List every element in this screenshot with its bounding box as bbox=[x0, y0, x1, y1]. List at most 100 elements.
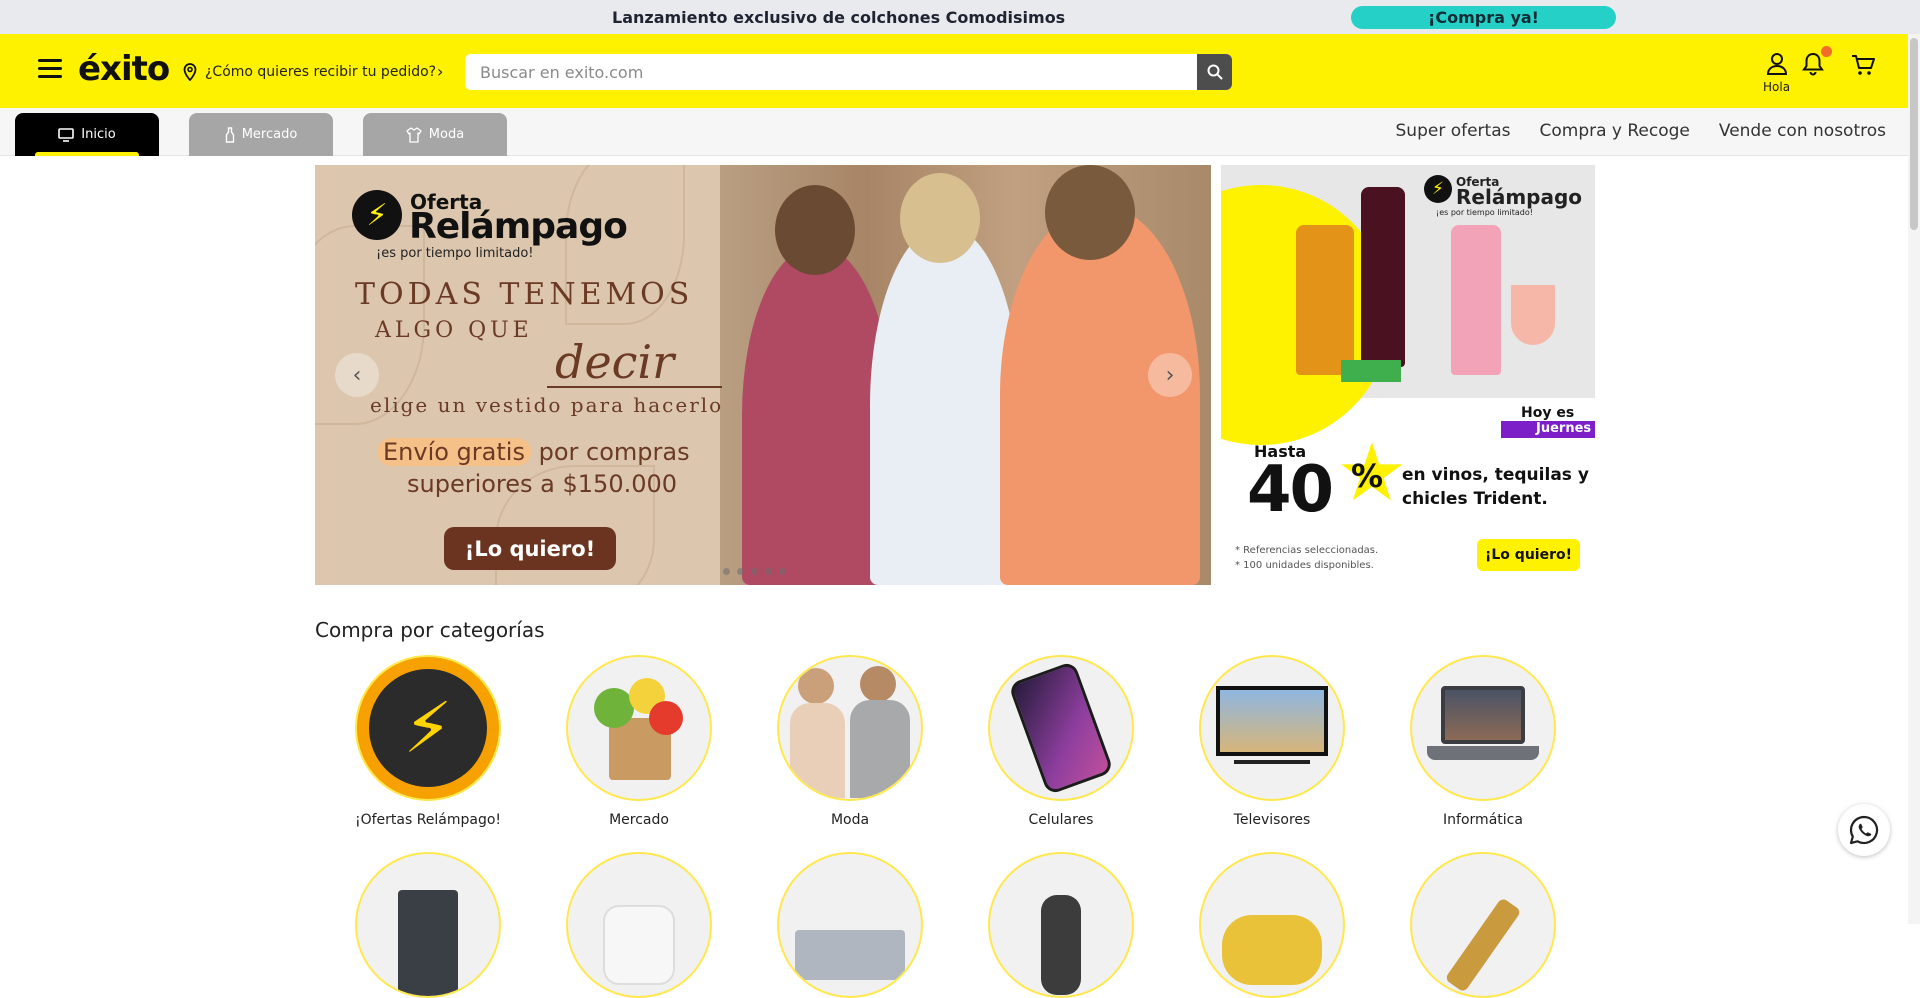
day-name: Juernes bbox=[1501, 421, 1595, 438]
menu-icon[interactable] bbox=[38, 59, 62, 81]
search-bar bbox=[465, 54, 1232, 90]
tab-moda[interactable]: Moda bbox=[363, 113, 507, 156]
bottle-icon bbox=[225, 126, 234, 143]
user-icon[interactable] bbox=[1762, 52, 1792, 76]
category-image bbox=[988, 655, 1134, 801]
promo-description: en vinos, tequilas y chicles Trident. bbox=[1402, 463, 1589, 511]
percent-sign: % bbox=[1351, 457, 1384, 495]
carousel-dot[interactable] bbox=[737, 568, 744, 575]
hero-subheadline: elige un vestido para hacerlo bbox=[370, 393, 724, 417]
hero-headline: TODAS TENEMOS bbox=[355, 277, 694, 312]
category-image bbox=[566, 852, 712, 998]
category-image bbox=[1410, 655, 1556, 801]
carousel-dots bbox=[723, 568, 786, 575]
category-image bbox=[777, 852, 923, 998]
toys-image bbox=[1222, 915, 1322, 985]
lightning-icon: ⚡ bbox=[352, 190, 402, 240]
hero-photo bbox=[720, 165, 1211, 585]
nav-links: Super ofertas Compra y Recoge Vende con … bbox=[1396, 121, 1887, 141]
announcement-bar: Lanzamiento exclusivo de colchones Comod… bbox=[0, 0, 1920, 34]
tab-inicio[interactable]: Inicio bbox=[15, 113, 159, 156]
offer-title: Relámpago bbox=[409, 206, 628, 247]
promo-desc-line2: chicles Trident. bbox=[1402, 489, 1548, 509]
logo[interactable]: éxito bbox=[78, 49, 170, 89]
carousel-dot[interactable] bbox=[779, 568, 786, 575]
beauty-image bbox=[1444, 897, 1522, 993]
cart-icon[interactable] bbox=[1850, 53, 1876, 77]
gum-pack bbox=[1341, 360, 1401, 382]
search-button[interactable] bbox=[1197, 54, 1232, 90]
chevron-right-icon: › bbox=[1165, 362, 1175, 388]
nav-link-super-ofertas[interactable]: Super ofertas bbox=[1396, 121, 1511, 141]
location-pin-icon[interactable] bbox=[182, 63, 198, 81]
category-tile[interactable] bbox=[976, 852, 1146, 998]
search-input[interactable] bbox=[465, 54, 1197, 90]
carousel-next-button[interactable]: › bbox=[1148, 353, 1192, 397]
nav-link-compra-y-recoge[interactable]: Compra y Recoge bbox=[1539, 121, 1689, 141]
notification-dot bbox=[1821, 46, 1832, 57]
category-label: Moda bbox=[830, 812, 870, 828]
shipping-text-line2: superiores a $150.000 bbox=[407, 470, 678, 498]
bed-image bbox=[795, 930, 905, 980]
category-image bbox=[1410, 852, 1556, 998]
category-image: ⚡ bbox=[355, 655, 501, 801]
category-mercado[interactable]: Mercado bbox=[554, 655, 724, 828]
categories-title: Compra por categorías bbox=[315, 618, 545, 642]
model-head bbox=[900, 173, 980, 263]
logo-text: éxito bbox=[78, 49, 170, 89]
category-televisores[interactable]: Televisores bbox=[1187, 655, 1357, 828]
category-tile[interactable] bbox=[343, 852, 513, 998]
shipping-rest: por compras bbox=[538, 438, 690, 466]
chevron-right-icon[interactable]: › bbox=[437, 62, 443, 81]
tab-label: Moda bbox=[428, 127, 465, 142]
divider bbox=[547, 386, 722, 388]
fine-print: * 100 unidades disponibles. bbox=[1235, 560, 1374, 571]
hero-banner[interactable]: ⚡ Oferta Relámpago ¡es por tiempo limita… bbox=[315, 165, 1211, 585]
hero-headline-2: ALGO QUE bbox=[375, 318, 533, 343]
whatsapp-button[interactable] bbox=[1838, 804, 1890, 856]
fashion-models-image bbox=[790, 658, 910, 798]
category-label: Celulares bbox=[1028, 812, 1094, 828]
tab-mercado[interactable]: Mercado bbox=[189, 113, 333, 156]
nav-link-vende-con-nosotros[interactable]: Vende con nosotros bbox=[1719, 121, 1886, 141]
category-tile[interactable] bbox=[765, 852, 935, 998]
laptop-image bbox=[1423, 678, 1543, 778]
fine-print: * Referencias seleccionadas. bbox=[1235, 545, 1379, 556]
carousel-prev-button[interactable]: ‹ bbox=[335, 353, 379, 397]
carousel-dot[interactable] bbox=[723, 568, 730, 575]
category-image bbox=[355, 852, 501, 998]
category-label: Informática bbox=[1443, 812, 1523, 828]
category-tile[interactable] bbox=[1398, 852, 1568, 998]
carousel-dot[interactable] bbox=[765, 568, 772, 575]
lightning-icon: ⚡ bbox=[369, 669, 487, 787]
hero-cta-button[interactable]: ¡Lo quiero! bbox=[444, 527, 616, 570]
side-cta-button[interactable]: ¡Lo quiero! bbox=[1477, 539, 1580, 571]
offer-subtitle: ¡es por tiempo limitado! bbox=[376, 246, 534, 261]
site-header: éxito ¿Cómo quieres recibir tu pedido? ›… bbox=[0, 34, 1908, 108]
monitor-icon bbox=[58, 127, 75, 142]
category-informatica[interactable]: Informática bbox=[1398, 655, 1568, 828]
delivery-prompt[interactable]: ¿Cómo quieres recibir tu pedido? bbox=[205, 64, 436, 80]
category-moda[interactable]: Moda bbox=[765, 655, 935, 828]
announcement-cta-button[interactable]: ¡Compra ya! bbox=[1351, 6, 1616, 29]
carousel-dot[interactable] bbox=[751, 568, 758, 575]
announcement-text: Lanzamiento exclusivo de colchones Comod… bbox=[612, 8, 1066, 27]
category-tile[interactable] bbox=[1187, 852, 1357, 998]
side-promo-banner[interactable]: ⚡ Oferta Relámpago ¡es por tiempo limita… bbox=[1221, 165, 1595, 585]
category-label: ¡Ofertas Relámpago! bbox=[354, 812, 502, 828]
category-tile[interactable] bbox=[554, 852, 724, 998]
whatsapp-icon bbox=[1849, 815, 1879, 845]
chevron-left-icon: ‹ bbox=[352, 362, 362, 388]
category-image bbox=[1199, 655, 1345, 801]
category-ofertas-relampago[interactable]: ⚡ ¡Ofertas Relámpago! bbox=[343, 655, 513, 828]
scrollbar-thumb[interactable] bbox=[1910, 38, 1918, 230]
side-offer-title: Relámpago bbox=[1456, 185, 1583, 209]
lightning-icon: ⚡ bbox=[1424, 175, 1452, 203]
category-image bbox=[777, 655, 923, 801]
air-fryer-image bbox=[603, 905, 675, 985]
shipping-highlight: Envío gratis bbox=[377, 438, 531, 466]
day-label: Hoy es bbox=[1521, 405, 1575, 421]
category-image bbox=[1199, 852, 1345, 998]
account-label[interactable]: Hola bbox=[1763, 80, 1790, 94]
category-celulares[interactable]: Celulares bbox=[976, 655, 1146, 828]
